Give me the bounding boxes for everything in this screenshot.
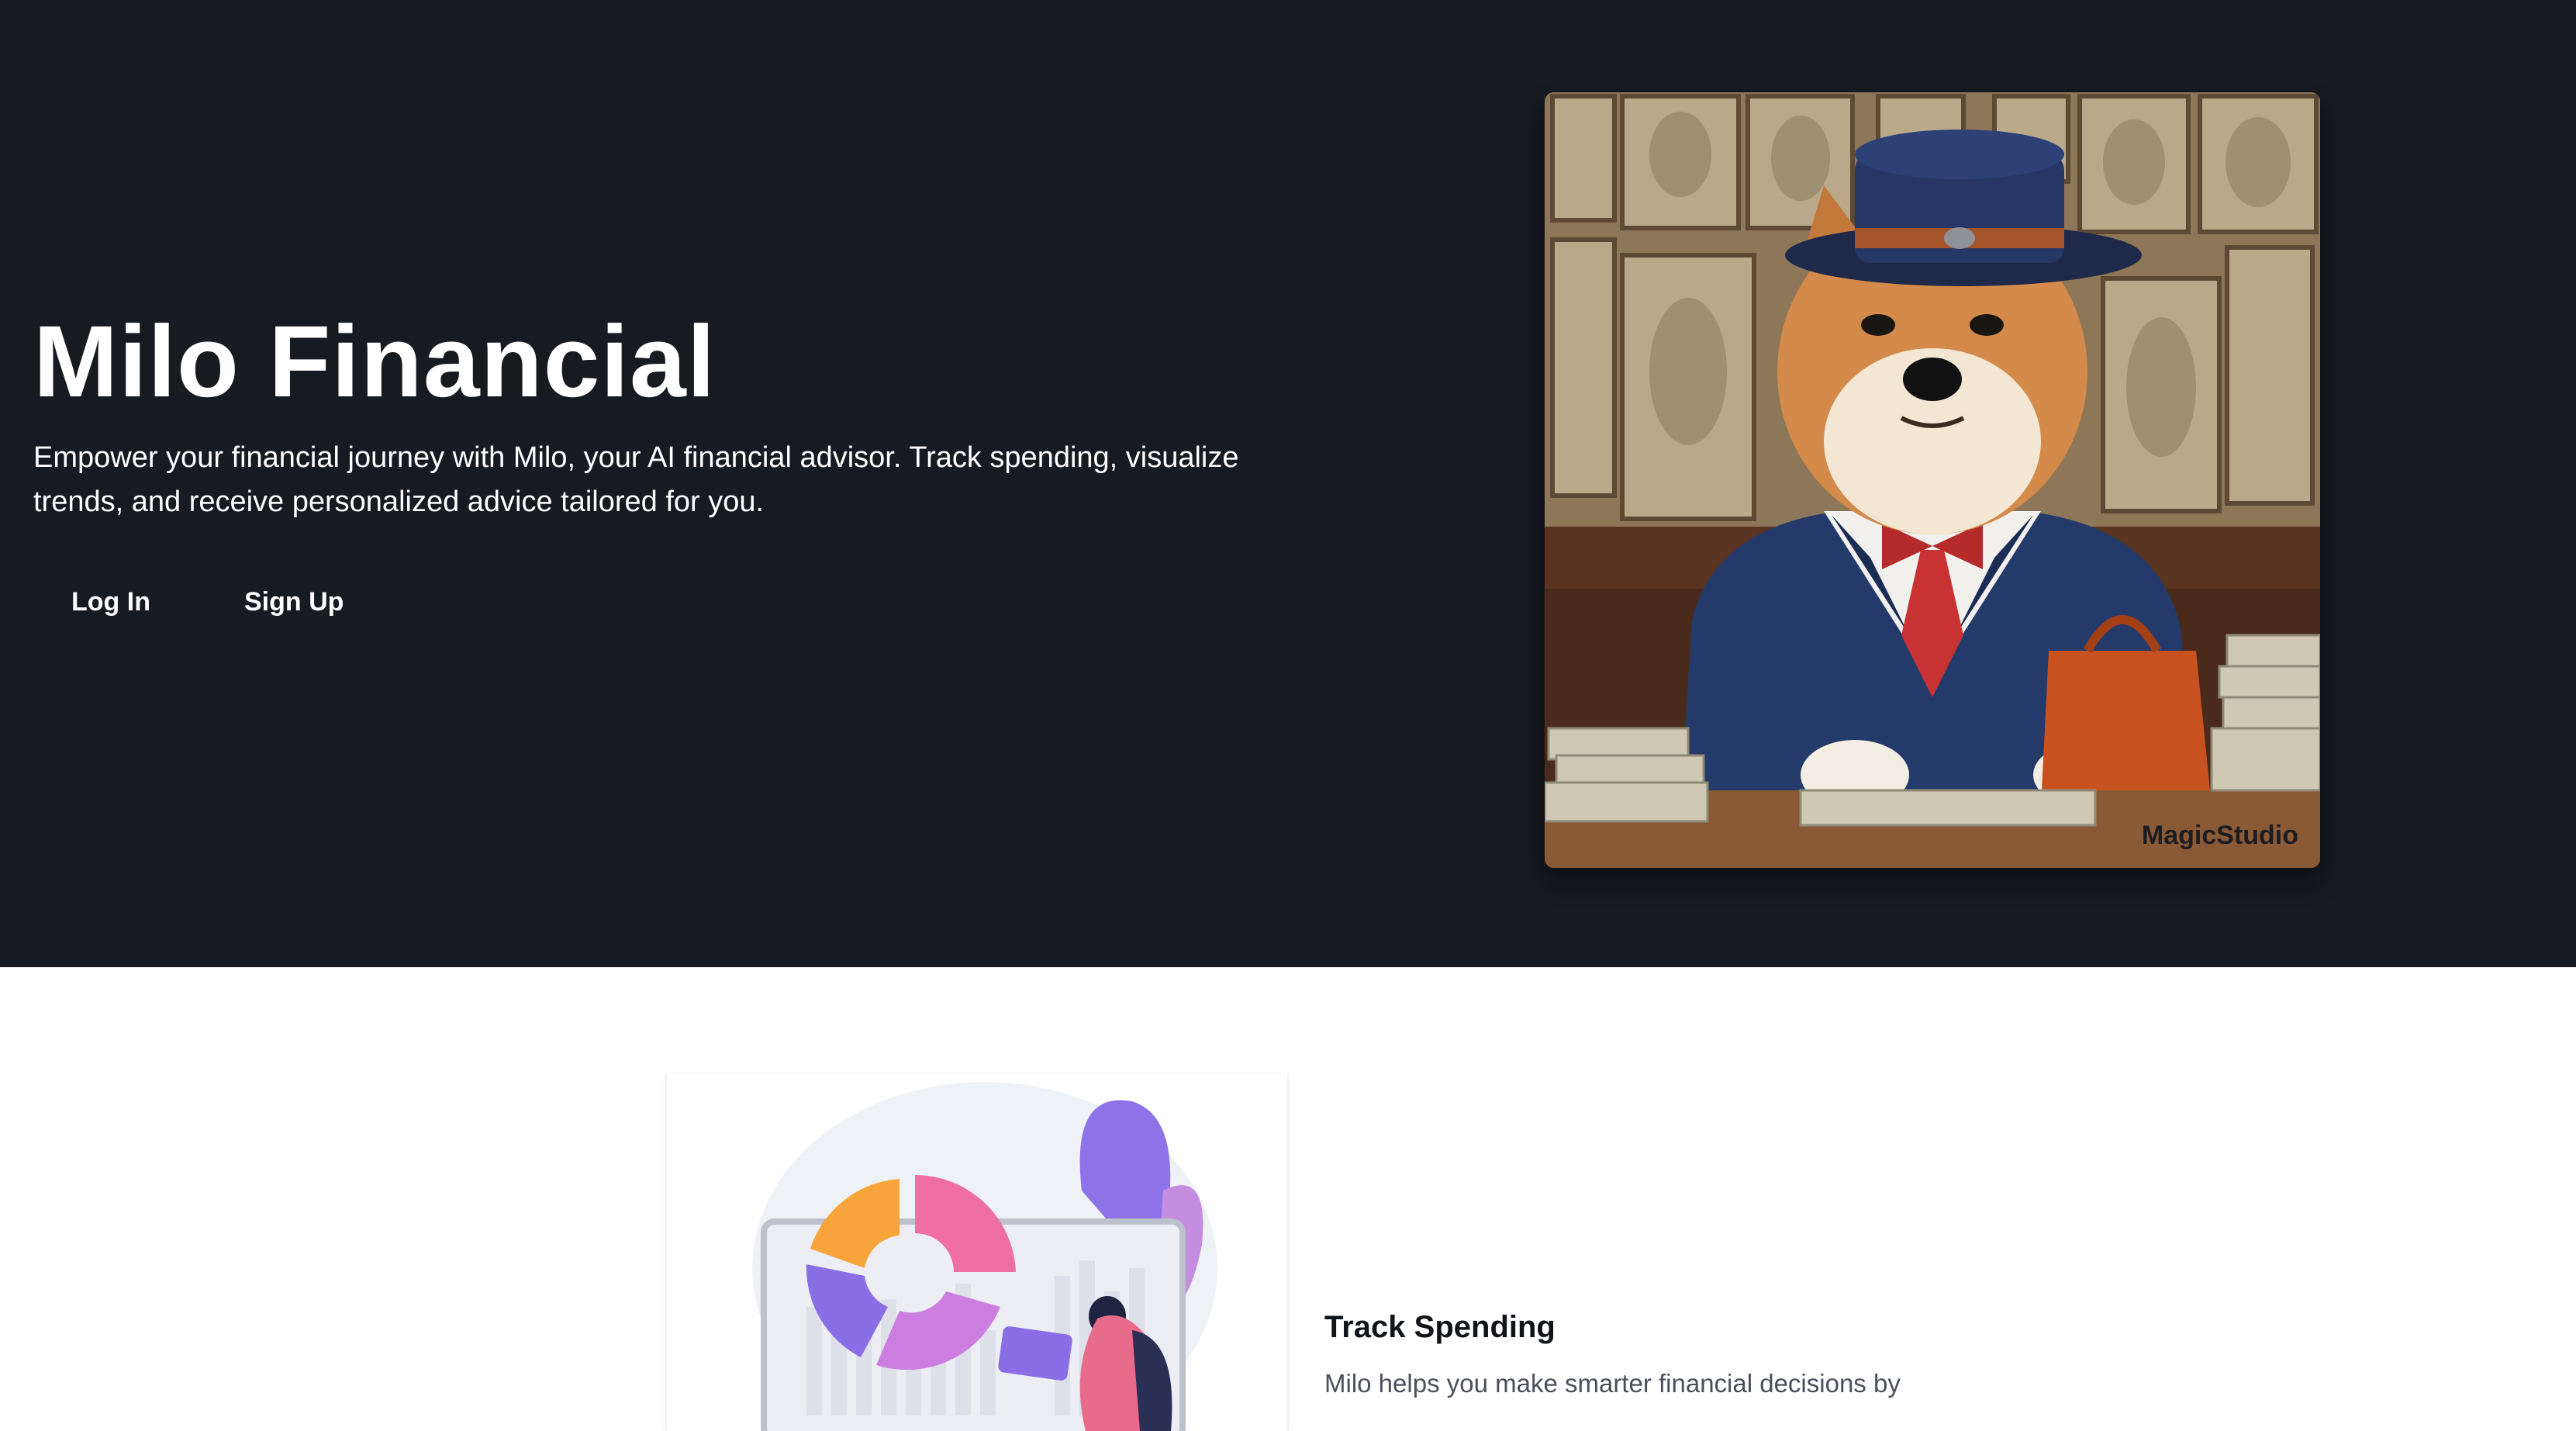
feature-title: Track Spending: [1324, 1310, 1556, 1344]
feature-description: Milo helps you make smarter financial de…: [1324, 1369, 1901, 1398]
hero-section: Milo Financial Empower your financial jo…: [0, 0, 2576, 967]
shiba-banker-illustration: [1545, 92, 2320, 868]
feature-card-illustration: [665, 1074, 1289, 1431]
hero-description: Empower your financial journey with Milo…: [33, 441, 1239, 518]
image-watermark: MagicStudio: [2141, 821, 2298, 850]
sign-up-button[interactable]: Sign Up: [207, 579, 381, 625]
spending-chart-illustration: [752, 1082, 1217, 1431]
mascot-image: MagicStudio: [1545, 92, 2320, 868]
page-title: Milo Financial: [33, 304, 717, 418]
log-in-button[interactable]: Log In: [34, 579, 188, 625]
